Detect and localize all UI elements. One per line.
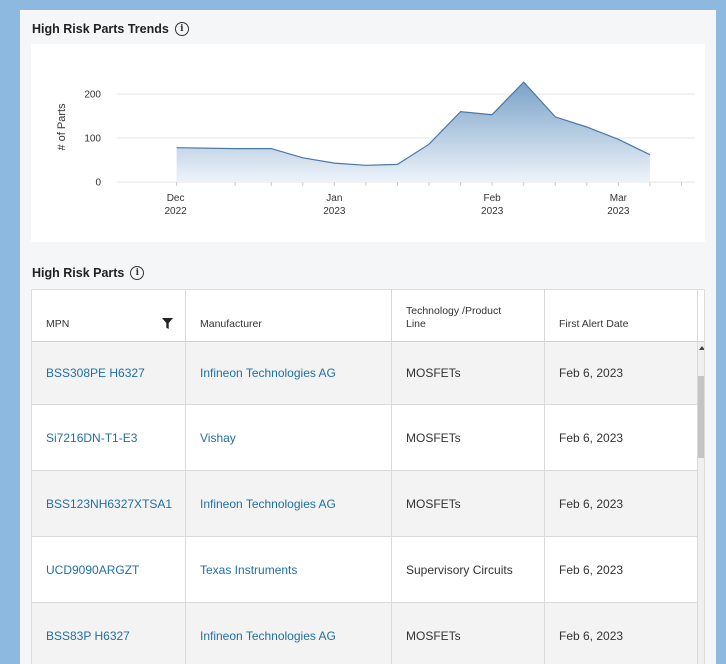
cell-mpn[interactable]: BSS123NH6327XTSA1 xyxy=(32,471,186,536)
cell-first-alert-date: Feb 6, 2023 xyxy=(545,537,698,602)
y-tick-label: 0 xyxy=(95,178,101,189)
cell-first-alert-date: Feb 6, 2023 xyxy=(545,342,698,404)
cell-mpn[interactable]: Si7216DN-T1-E3 xyxy=(32,405,186,470)
cell-manufacturer[interactable]: Texas Instruments xyxy=(186,537,392,602)
column-header-label: First Alert Date xyxy=(559,318,629,330)
cell-technology: MOSFETs xyxy=(392,471,545,536)
cell-technology: MOSFETs xyxy=(392,342,545,404)
table-scrollbar[interactable] xyxy=(698,342,704,664)
x-tick-label-year: 2023 xyxy=(323,206,346,217)
cell-technology: MOSFETs xyxy=(392,405,545,470)
parts-section-title: High Risk Parts i xyxy=(32,266,145,280)
filter-icon[interactable] xyxy=(162,318,173,329)
trends-title: High Risk Parts Trends xyxy=(32,22,169,36)
trends-chart-card: 0 100 200 # of Parts Dec 2022 Jan 2023 Feb 2023 Ma… xyxy=(31,44,705,242)
high-risk-parts-table: MPN Manufacturer Technology /Product Lin… xyxy=(31,289,705,664)
table-row[interactable]: UCD9090ARGZT Texas Instruments Supervisory… xyxy=(32,537,698,603)
cell-technology: MOSFETs xyxy=(392,603,545,664)
x-tick-label-month: Mar xyxy=(610,193,628,204)
parts-title: High Risk Parts xyxy=(32,266,125,280)
scroll-up-arrow-icon[interactable] xyxy=(699,346,704,350)
y-tick-label: 100 xyxy=(84,134,101,145)
table-row[interactable]: Si7216DN-T1-E3 Vishay MOSFETs Feb 6, 2023 xyxy=(32,405,698,471)
dashboard-panel: High Risk Parts Trends i 0 100 200 # of Par… xyxy=(20,10,716,664)
x-tick-label-month: Dec xyxy=(167,193,185,204)
y-tick-label: 200 xyxy=(84,90,101,101)
info-icon[interactable]: i xyxy=(130,266,145,280)
info-icon[interactable]: i xyxy=(174,22,189,36)
cell-technology: Supervisory Circuits xyxy=(392,537,545,602)
cell-manufacturer[interactable]: Vishay xyxy=(186,405,392,470)
table-header: MPN Manufacturer Technology /Product Lin… xyxy=(32,290,704,342)
column-header-label: MPN xyxy=(46,318,70,330)
table-row[interactable]: BSS308PE H6327 Infineon Technologies AG MO… xyxy=(32,342,698,405)
table-row[interactable]: BSS123NH6327XTSA1 Infineon Technologies A… xyxy=(32,471,698,537)
trends-chart: 0 100 200 # of Parts Dec 2022 Jan 2023 Feb 2023 Ma… xyxy=(56,81,695,217)
cell-mpn[interactable]: BSS83P H6327 xyxy=(32,603,186,664)
column-header-label: Technology /Product Line xyxy=(406,305,502,330)
column-header-label: Manufacturer xyxy=(200,318,262,330)
trends-section-title: High Risk Parts Trends i xyxy=(32,22,189,36)
y-axis-label: # of Parts xyxy=(56,103,68,151)
column-header-technology[interactable]: Technology /Product Line xyxy=(392,290,545,342)
cell-manufacturer[interactable]: Infineon Technologies AG xyxy=(186,471,392,536)
cell-mpn[interactable]: BSS308PE H6327 xyxy=(32,342,186,404)
cell-first-alert-date: Feb 6, 2023 xyxy=(545,603,698,664)
cell-first-alert-date: Feb 6, 2023 xyxy=(545,471,698,536)
series-area xyxy=(176,82,650,182)
x-tick-label-year: 2023 xyxy=(607,206,630,217)
scroll-thumb[interactable] xyxy=(698,376,704,458)
column-header-manufacturer[interactable]: Manufacturer xyxy=(186,290,392,342)
column-header-first-alert-date[interactable]: First Alert Date xyxy=(545,290,698,342)
x-tick-label-year: 2022 xyxy=(164,206,187,217)
x-tick-label-month: Feb xyxy=(484,193,502,204)
cell-first-alert-date: Feb 6, 2023 xyxy=(545,405,698,470)
table-row[interactable]: BSS83P H6327 Infineon Technologies AG MOSF… xyxy=(32,603,698,664)
column-header-mpn[interactable]: MPN xyxy=(32,290,186,342)
x-tick-label-month: Jan xyxy=(326,193,342,204)
cell-manufacturer[interactable]: Infineon Technologies AG xyxy=(186,342,392,404)
x-tick-label-year: 2023 xyxy=(481,206,504,217)
cell-manufacturer[interactable]: Infineon Technologies AG xyxy=(186,603,392,664)
cell-mpn[interactable]: UCD9090ARGZT xyxy=(32,537,186,602)
